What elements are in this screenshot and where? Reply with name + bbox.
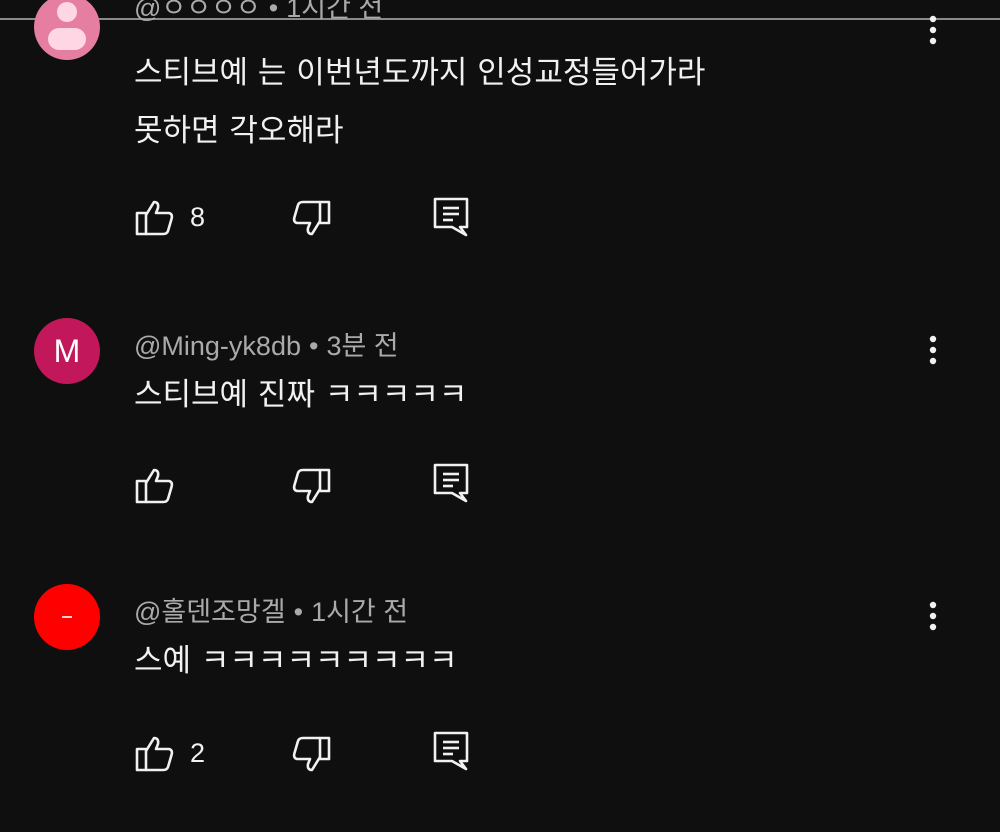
thumbs-up-icon [135,468,174,504]
reply-button[interactable] [432,730,470,772]
default-user-avatar-icon [48,2,86,50]
comment-author[interactable]: @ㅇㅇㅇㅇ [134,0,261,23]
more-vert-icon [929,335,937,365]
avatar[interactable] [34,0,100,60]
more-vert-icon [929,15,937,45]
more-options-button[interactable] [918,594,948,638]
meta-separator: • [293,597,304,627]
comment-author[interactable]: @Ming-yk8db [134,331,301,361]
reply-icon [433,463,469,503]
like-count: 8 [190,201,206,232]
avatar[interactable] [34,584,100,650]
like-button[interactable]: 8 [134,196,205,238]
reply-button[interactable] [432,196,470,238]
channel-logo-icon [62,616,72,618]
more-vert-icon [929,601,937,631]
dislike-button[interactable] [290,734,332,776]
comment-meta: @홀덴조망겔 • 1시간 전 [134,590,408,629]
like-button[interactable]: 2 [134,732,205,774]
thumbs-down-icon [292,736,331,772]
avatar[interactable]: M [34,318,100,384]
reply-icon [433,731,469,771]
more-options-button[interactable] [918,8,948,52]
like-button[interactable] [134,464,176,506]
comment-time[interactable]: 1시간 전 [311,597,408,627]
comment-time[interactable]: 1시간 전 [286,0,383,23]
more-options-button[interactable] [918,328,948,372]
comment-text-line: 스티브예 진짜 ㅋㅋㅋㅋㅋ [134,377,468,413]
comment-text: 스티브예 진짜 ㅋㅋㅋㅋㅋ [134,366,467,424]
comment-meta: @ㅇㅇㅇㅇ • 1시간 전 [134,0,383,25]
comment-text: 스티브예 는 이번년도까지 인성교정들어가라 못하면 각오해라 [134,44,705,160]
dislike-button[interactable] [290,466,332,508]
thumbs-down-icon [292,468,331,504]
avatar-letter: M [53,332,81,369]
reply-button[interactable] [432,462,470,504]
thumbs-up-icon [135,736,174,772]
like-count: 2 [190,737,206,768]
comment-time[interactable]: 3분 전 [326,331,398,361]
comment-text: 스예 ㅋㅋㅋㅋㅋㅋㅋㅋㅋ [134,632,458,690]
comment-text-line: 스티브예 는 이번년도까지 인성교정들어가라 [134,55,706,91]
meta-separator: • [268,0,279,23]
dislike-button[interactable] [290,198,332,240]
thumbs-down-icon [292,200,331,236]
comment-author[interactable]: @홀덴조망겔 [134,597,286,627]
meta-separator: • [308,331,319,361]
comment-text-line: 못하면 각오해라 [134,113,344,149]
comment-text-line: 스예 ㅋㅋㅋㅋㅋㅋㅋㅋㅋ [134,643,458,679]
comment-meta: @Ming-yk8db • 3분 전 [134,324,399,363]
reply-icon [433,197,469,237]
thumbs-up-icon [135,200,174,236]
